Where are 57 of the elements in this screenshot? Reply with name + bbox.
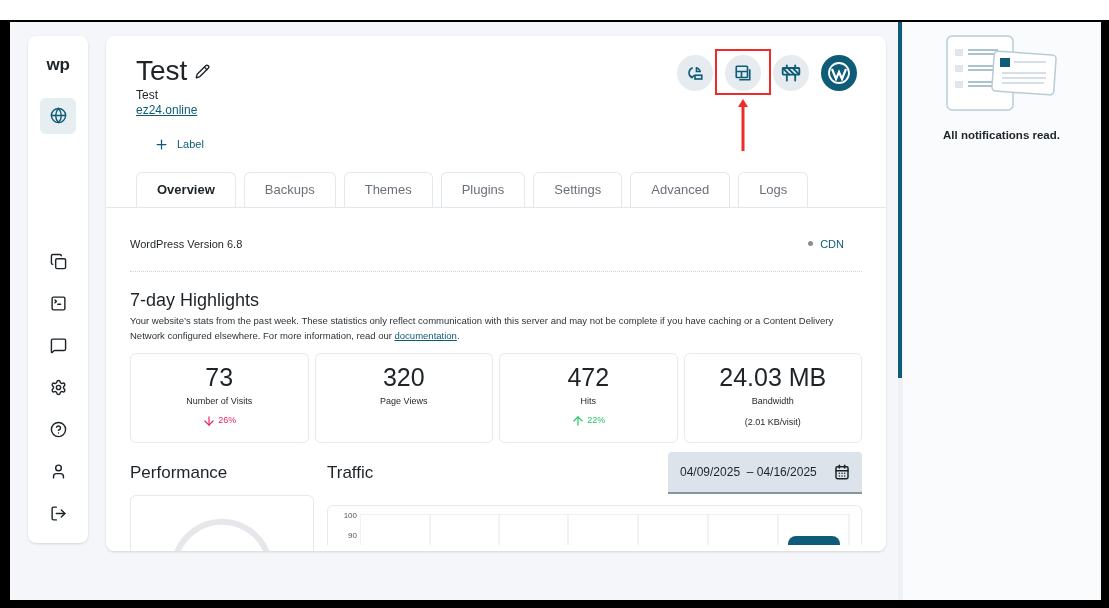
- add-label-button[interactable]: Label: [154, 136, 204, 153]
- globe-icon: [49, 107, 67, 124]
- stat-label: Bandwidth: [751, 395, 794, 408]
- site-url-link[interactable]: ez24.online: [136, 103, 198, 118]
- help-icon: [49, 421, 67, 438]
- wordpress-logo-icon: [827, 61, 851, 85]
- stat-label: Page Views: [380, 395, 428, 408]
- version-text: WordPress Version 6.8: [130, 236, 243, 252]
- section-description: Your website’s stats from the past week. These statistics only reflect communication with this server and may not be complete if you have caching or a Content Delivery Network configured elsewhere. For more information, read our documentation.: [130, 314, 835, 343]
- notifications-message: All notifications read.: [943, 128, 1060, 143]
- section-heading: Performance: [130, 462, 229, 483]
- change-text: 26%: [218, 413, 237, 427]
- axis-label: 100: [343, 512, 357, 520]
- wordpress-button[interactable]: [821, 55, 857, 91]
- axis-label: 90: [348, 532, 357, 540]
- tab[interactable]: Logs: [738, 171, 809, 207]
- stat-value: 24.03 MB: [719, 362, 827, 392]
- site-title: Test: [136, 54, 188, 88]
- tab[interactable]: Backups: [243, 171, 336, 207]
- site-subtitle: Test: [136, 88, 159, 103]
- tab[interactable]: Advanced: [630, 171, 731, 207]
- section-heading: 7-day Highlights: [130, 289, 261, 311]
- toolbar-button[interactable]: [725, 55, 761, 91]
- stat-note: (2.01 KB/visit): [744, 415, 801, 429]
- tab[interactable]: Plugins: [440, 171, 526, 207]
- stat-value: 472: [567, 362, 610, 392]
- plus-icon: [154, 136, 169, 152]
- tab[interactable]: Overview: [136, 171, 236, 207]
- logout-icon: [49, 505, 67, 522]
- section-heading: Traffic: [327, 462, 374, 483]
- tab[interactable]: Settings: [533, 171, 623, 207]
- change-text: 22%: [587, 413, 606, 427]
- tab[interactable]: Themes: [343, 171, 433, 207]
- cdn-link[interactable]: CDN: [820, 235, 844, 252]
- stat-value: 320: [382, 362, 425, 392]
- message-icon: [49, 337, 67, 354]
- terminal-icon: [49, 295, 67, 312]
- toolbar-button[interactable]: [773, 55, 809, 91]
- restore-icon: [686, 64, 704, 82]
- sidebar-item[interactable]: [40, 97, 76, 134]
- scrollbar[interactable]: [898, 22, 903, 600]
- pointer-arrow: [737, 97, 749, 151]
- scrollbar-thumb[interactable]: [898, 22, 902, 378]
- toolbar-button[interactable]: [677, 55, 713, 91]
- copy-icon: [49, 253, 67, 270]
- stat-label: Hits: [580, 395, 596, 408]
- logo[interactable]: wp: [46, 52, 70, 78]
- settings-icon: [49, 379, 67, 396]
- edit-icon[interactable]: [195, 63, 211, 79]
- barrier-icon: [781, 63, 801, 83]
- stat-value: 73: [205, 362, 234, 392]
- date-range-field[interactable]: 04/09/2025 – 04/16/2025: [668, 452, 862, 494]
- calendar-icon[interactable]: [834, 464, 850, 480]
- layout-icon: [734, 64, 752, 82]
- stat-label: Number of Visits: [186, 395, 253, 408]
- date-range-value: 04/09/2025 – 04/16/2025: [680, 464, 817, 481]
- documentation-link[interactable]: documentation: [394, 330, 457, 341]
